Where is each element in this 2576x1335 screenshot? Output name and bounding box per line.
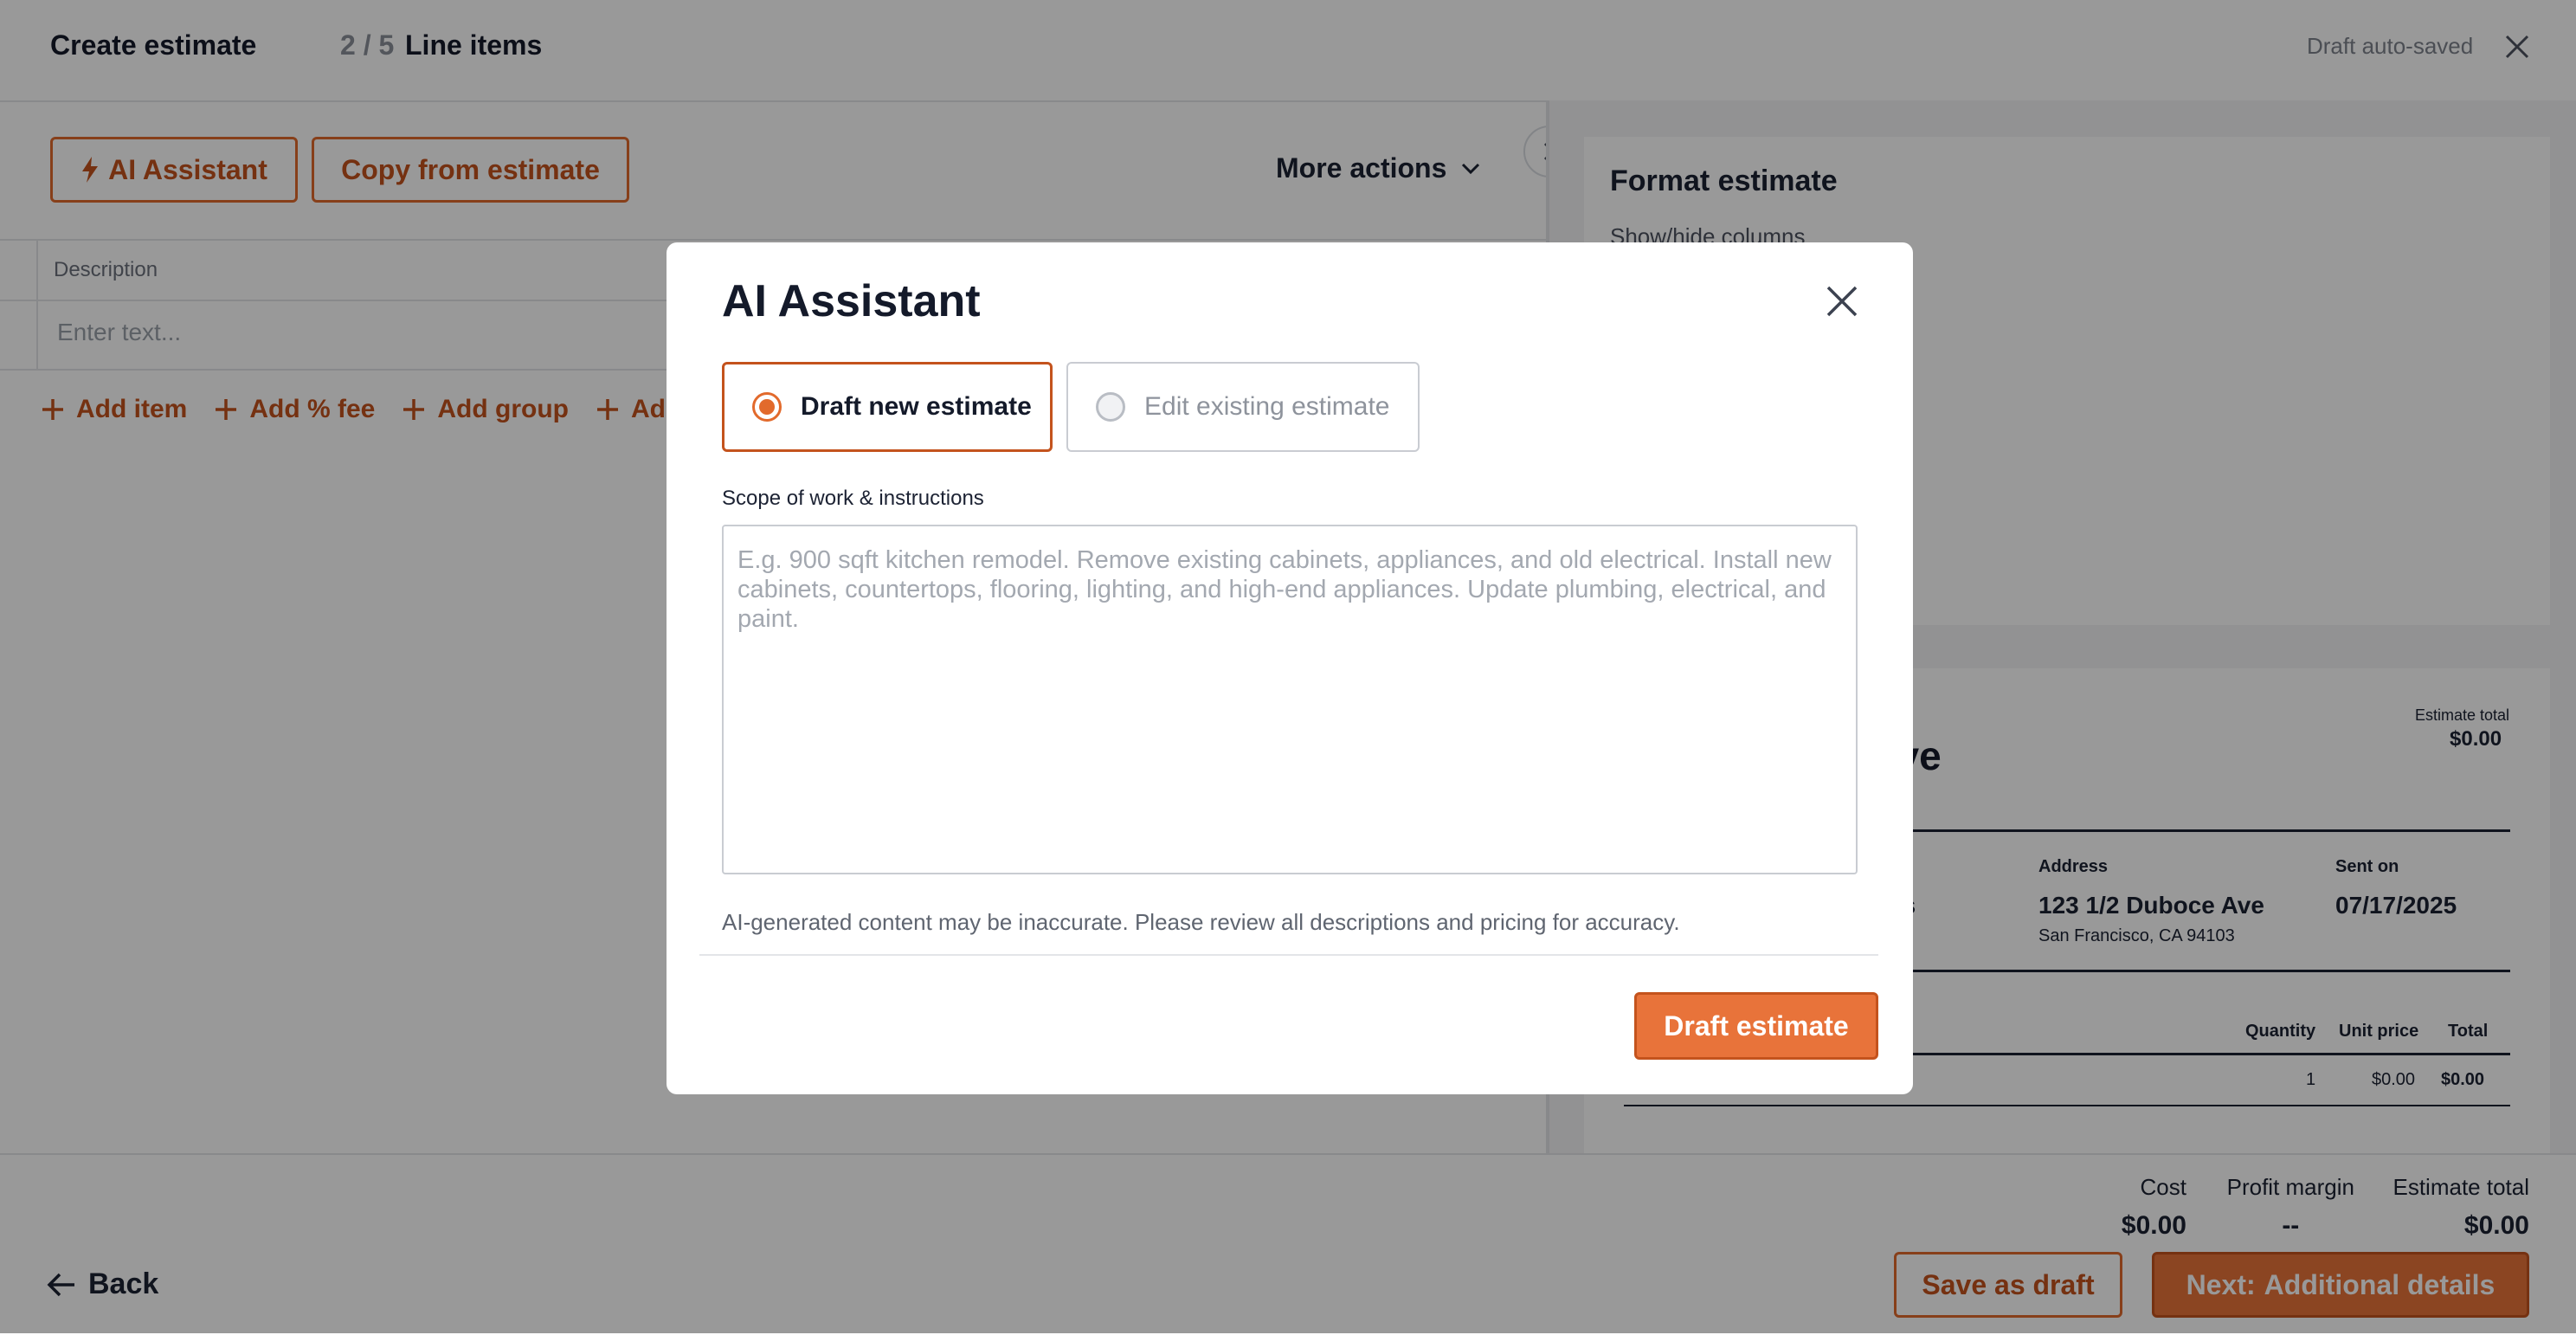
draft-estimate-button[interactable]: Draft estimate: [1634, 992, 1878, 1060]
edit-existing-estimate-label: Edit existing estimate: [1144, 392, 1390, 421]
modal-title: AI Assistant: [722, 276, 981, 326]
radio-unselected-icon[interactable]: [1096, 392, 1125, 422]
scope-placeholder: E.g. 900 sqft kitchen remodel. Remove ex…: [737, 546, 1832, 633]
draft-estimate-label: Draft estimate: [1664, 1009, 1849, 1042]
draft-new-estimate-option[interactable]: Draft new estimate: [722, 362, 1053, 452]
edit-existing-estimate-option[interactable]: Edit existing estimate: [1066, 362, 1420, 452]
close-icon[interactable]: [1823, 282, 1861, 320]
ai-disclaimer: AI-generated content may be inaccurate. …: [722, 909, 1680, 935]
radio-selected-icon[interactable]: [752, 392, 782, 422]
draft-new-estimate-label: Draft new estimate: [801, 392, 1032, 421]
scope-label: Scope of work & instructions: [722, 487, 984, 510]
modal-divider: [699, 954, 1878, 956]
